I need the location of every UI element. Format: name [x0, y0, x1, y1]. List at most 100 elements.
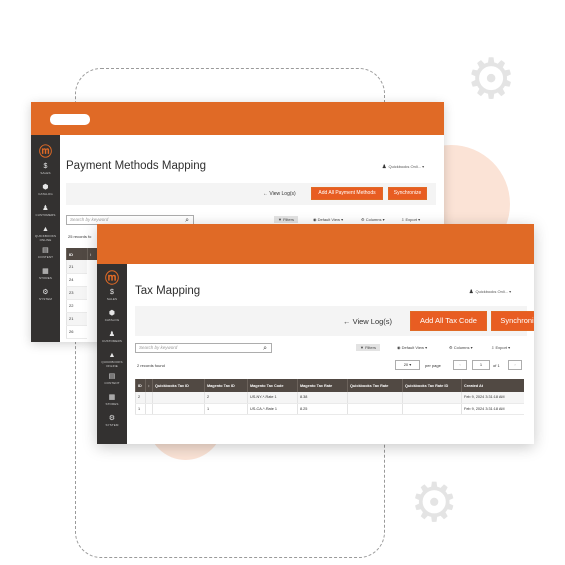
sidebar-item[interactable]: ▲ QUICKBOOKS ONLINE: [31, 226, 60, 242]
sidebar-icon: ▲: [41, 226, 50, 233]
sidebar-item-label: CUSTOMERS: [35, 213, 56, 217]
per-page-value: 20: [403, 362, 409, 367]
gear-icon: ⚙: [466, 47, 517, 112]
view-logs-label: View Log(s): [352, 317, 393, 326]
default-view-dropdown[interactable]: ◉ Default View ▾: [313, 217, 343, 222]
sidebar-item[interactable]: ⚙ SYSTEM: [97, 415, 127, 427]
header-search-pill[interactable]: [50, 114, 90, 125]
sidebar-item-label: CONTENT: [37, 255, 54, 259]
sidebar-item[interactable]: ▦ STORES: [31, 268, 60, 280]
export-dropdown[interactable]: ⇩ Export ▾: [491, 345, 510, 350]
magento-logo-icon: ⓜ: [38, 145, 52, 160]
export-dropdown[interactable]: ⇩ Export ▾: [401, 217, 420, 222]
sidebar-item-label: QUICKBOOKS ONLINE: [101, 360, 123, 368]
column-header[interactable]: ↕: [145, 379, 153, 392]
sidebar-icon: ⬢: [42, 184, 49, 191]
synchronize-button[interactable]: Synchronize: [388, 187, 427, 200]
next-page-button[interactable]: ›: [508, 360, 522, 370]
columns-dropdown[interactable]: ⚙ Columns ▾: [361, 217, 385, 222]
sidebar-item[interactable]: ♟ CUSTOMERS: [31, 205, 60, 217]
page-title: Tax Mapping: [135, 285, 201, 297]
add-all-payment-methods-button[interactable]: Add All Payment Methods: [311, 187, 383, 200]
sidebar-icon: ⚙: [42, 289, 49, 296]
sidebar-item[interactable]: ⚙ SYSTEM: [31, 289, 60, 301]
gear-icon: ⚙: [410, 471, 459, 534]
table-cell: [347, 403, 403, 415]
table-cell: 23: [66, 286, 87, 300]
sidebar-icon: ▦: [42, 268, 49, 275]
column-header[interactable]: Magento Tax ID: [204, 379, 248, 392]
sidebar-icon: ♟: [108, 331, 116, 338]
table-cell: 8.25: [297, 403, 348, 415]
page-number-input[interactable]: 1: [472, 360, 490, 370]
sidebar-item[interactable]: ▲ QUICKBOOKS ONLINE: [97, 352, 127, 368]
sidebar-item[interactable]: ▤ CONTENT: [97, 373, 127, 385]
column-header[interactable]: Quickbooks Tax Rate ID: [402, 379, 462, 392]
table-cell: [152, 392, 205, 404]
sidebar-item[interactable]: ♟ CUSTOMERS: [97, 331, 127, 343]
filters-button[interactable]: ▼ Filters: [274, 216, 298, 223]
account-menu[interactable]: ♟ Quickbooks Onli... ▾: [469, 289, 511, 295]
export-label: Export: [405, 217, 418, 222]
view-logs-link[interactable]: ← View Log(s): [343, 317, 392, 326]
default-view-label: Default View: [317, 217, 340, 222]
table-cell: Feb 9, 2024 3:31:18 AM: [461, 403, 524, 415]
records-count: 2 records found: [137, 363, 165, 368]
sidebar-icon: ▤: [42, 247, 49, 254]
sidebar-item[interactable]: ⬢ CATALOG: [31, 184, 60, 196]
table-cell: 2: [204, 392, 248, 404]
column-header[interactable]: Magento Tax Code: [247, 379, 298, 392]
sidebar-item-label: CUSTOMERS: [101, 339, 122, 343]
filters-label: Filters: [365, 345, 376, 350]
table-cell: [402, 392, 462, 404]
sidebar-item[interactable]: $ SALES: [31, 163, 60, 175]
search-icon[interactable]: ⌕: [263, 344, 267, 352]
search-icon[interactable]: ⌕: [185, 216, 189, 224]
column-header[interactable]: Quickbooks Tax ID: [152, 379, 205, 392]
header-bar: [31, 102, 444, 135]
add-all-tax-code-button[interactable]: Add All Tax Code: [410, 311, 487, 331]
sidebar-item-label: SALES: [106, 297, 118, 301]
synchronize-button[interactable]: Synchronize: [491, 311, 534, 331]
admin-sidebar: ⓜ $ SALES ⬢ CATALOG ♟ CUSTOMERS ▲ QUICKBOOKS ON…: [97, 264, 127, 444]
account-name: Quickbooks Onli...: [388, 164, 421, 169]
table-cell: 2: [135, 392, 146, 404]
column-header[interactable]: Created At: [461, 379, 524, 392]
column-header[interactable]: Magento Tax Rate: [297, 379, 348, 392]
tax-mapping-window: ⓜ $ SALES ⬢ CATALOG ♟ CUSTOMERS ▲ QUICKBOOKS ON…: [97, 224, 534, 444]
table-cell: US-CA-*-Rate 1: [247, 403, 298, 415]
column-header[interactable]: ID: [66, 248, 87, 260]
table-row[interactable]: 1 1 US-CA-*-Rate 1 8.25 Feb 9, 2024 3:31:18 …: [135, 403, 524, 415]
sidebar-item-label: CATALOG: [104, 318, 120, 322]
filters-button[interactable]: ▼ Filters: [356, 344, 380, 351]
sidebar-item-label: STORES: [39, 276, 52, 280]
search-placeholder: Search by keyword: [139, 345, 178, 350]
column-header[interactable]: Quickbooks Tax Rate: [347, 379, 403, 392]
table-cell: 24: [66, 273, 87, 287]
search-input[interactable]: Search by keyword ⌕: [135, 343, 272, 353]
table-cell: 21: [66, 260, 87, 274]
table-cell: 1: [135, 403, 146, 415]
table-cell: [145, 392, 153, 404]
columns-label: Columns: [365, 217, 382, 222]
sidebar-item-label: QUICKBOOKS ONLINE: [34, 234, 57, 242]
prev-page-button[interactable]: ‹: [453, 360, 467, 370]
table-row[interactable]: 2 2 US-NY-*-Rate 1 8.38 Feb 9, 2024 3:31:18 …: [135, 392, 524, 404]
sidebar-item-label: SYSTEM: [105, 423, 119, 427]
sidebar-item[interactable]: $ SALES: [97, 289, 127, 301]
column-header[interactable]: ID: [135, 379, 146, 392]
sidebar-icon: ▲: [108, 352, 116, 359]
per-page-select[interactable]: 20 ▾: [395, 360, 420, 370]
sidebar-item[interactable]: ▦ STORES: [97, 394, 127, 406]
account-menu[interactable]: ♟ Quickbooks Onli... ▾: [382, 164, 424, 170]
columns-dropdown[interactable]: ⚙ Columns ▾: [449, 345, 473, 350]
sidebar-item[interactable]: ▤ CONTENT: [31, 247, 60, 259]
view-logs-link[interactable]: ← View Log(s): [263, 191, 296, 197]
per-page-label: per page: [425, 363, 441, 368]
table-cell: [347, 392, 403, 404]
sidebar-icon: ♟: [42, 205, 49, 212]
sidebar-item[interactable]: ⬢ CATALOG: [97, 310, 127, 322]
user-icon: ♟: [469, 289, 474, 295]
account-name: Quickbooks Onli...: [475, 289, 508, 294]
default-view-dropdown[interactable]: ◉ Default View ▾: [397, 345, 427, 350]
